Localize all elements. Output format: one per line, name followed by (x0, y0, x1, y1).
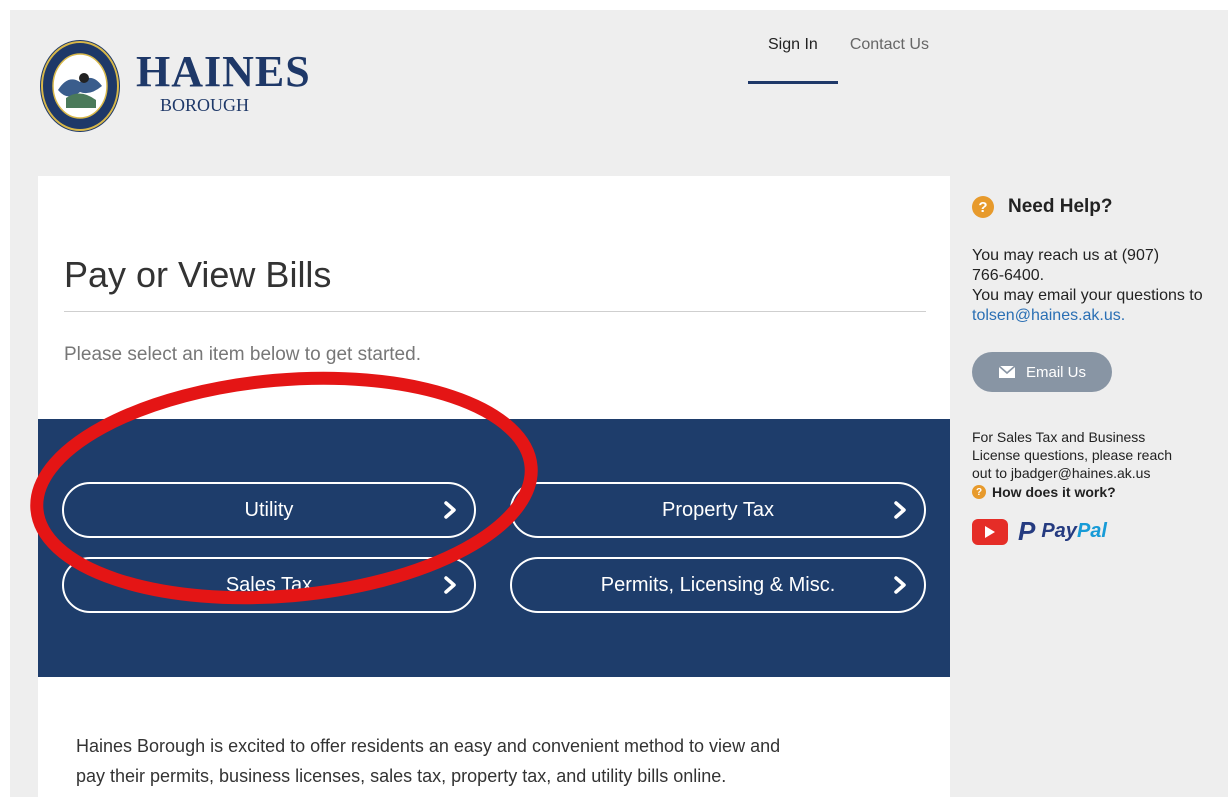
title-divider (64, 311, 926, 312)
question-circle-icon: ? (972, 485, 986, 499)
property-tax-button[interactable]: Property Tax (510, 482, 926, 538)
sales-help-line-1: For Sales Tax and Business (972, 429, 1146, 445)
help-line-2: 766-6400. (972, 267, 1045, 284)
help-heading-text: Need Help? (1008, 196, 1113, 217)
paypal-mark-icon: P (1018, 516, 1036, 546)
page-subtitle: Please select an item below to get start… (64, 344, 421, 365)
nav-sign-in[interactable]: Sign In (748, 36, 838, 84)
payment-logos: P Pay Pal (972, 516, 1228, 547)
top-nav: Sign In Contact Us (748, 36, 949, 84)
chevron-right-icon (444, 501, 456, 519)
question-circle-icon: ? (972, 196, 994, 218)
page-title: Pay or View Bills (64, 254, 332, 295)
logo-subtitle: BOROUGH (160, 95, 250, 115)
logo-title: HAINES (136, 47, 311, 96)
haines-borough-logo[interactable]: HAINES BOROUGH (38, 38, 311, 134)
help-line-3: You may email your questions to (972, 287, 1203, 304)
paypal-pal-text: Pal (1076, 520, 1107, 542)
how-does-it-work-link[interactable]: ? How does it work? (972, 484, 1228, 500)
email-us-button[interactable]: Email Us (972, 352, 1112, 392)
help-line-1: You may reach us at (907) (972, 247, 1160, 264)
permits-button[interactable]: Permits, Licensing & Misc. (510, 557, 926, 613)
paypal-logo: P Pay Pal (1018, 516, 1107, 547)
sales-tax-label: Sales Tax (225, 573, 313, 596)
chevron-right-icon (444, 576, 456, 594)
chevron-right-icon (894, 501, 906, 519)
intro-line-2: pay their permits, business licenses, sa… (76, 766, 727, 786)
chevron-right-icon (894, 576, 906, 594)
nav-contact-us[interactable]: Contact Us (838, 36, 949, 84)
paypal-pay-text: Pay (1041, 520, 1077, 542)
permits-label: Permits, Licensing & Misc. (600, 573, 836, 596)
intro-paragraph: Haines Borough is excited to offer resid… (76, 731, 916, 791)
sales-tax-help: For Sales Tax and Business License quest… (972, 428, 1222, 482)
bill-type-panel: Utility Property Tax Sales Tax Permits, … (38, 419, 950, 677)
how-does-it-work-label: How does it work? (992, 484, 1116, 500)
envelope-icon (998, 365, 1016, 378)
utility-button[interactable]: Utility (62, 482, 476, 538)
property-tax-label: Property Tax (662, 498, 774, 521)
utility-label: Utility (244, 498, 294, 521)
main-card: Pay or View Bills Please select an item … (38, 176, 950, 797)
help-sidebar: ? Need Help? You may reach us at (907) 7… (972, 196, 1228, 547)
help-heading: ? Need Help? (972, 196, 1228, 218)
sales-help-line-3: out to jbadger@haines.ak.us (972, 465, 1151, 481)
seal-logo (40, 40, 120, 132)
youtube-icon[interactable] (972, 518, 1008, 545)
sales-help-line-2: License questions, please reach (972, 447, 1173, 463)
help-contact-text: You may reach us at (907) 766-6400. You … (972, 246, 1228, 326)
intro-line-1: Haines Borough is excited to offer resid… (76, 736, 781, 756)
sales-tax-button[interactable]: Sales Tax (62, 557, 476, 613)
help-email-link[interactable]: tolsen@haines.ak.us. (972, 306, 1228, 326)
email-us-label: Email Us (1025, 363, 1086, 381)
